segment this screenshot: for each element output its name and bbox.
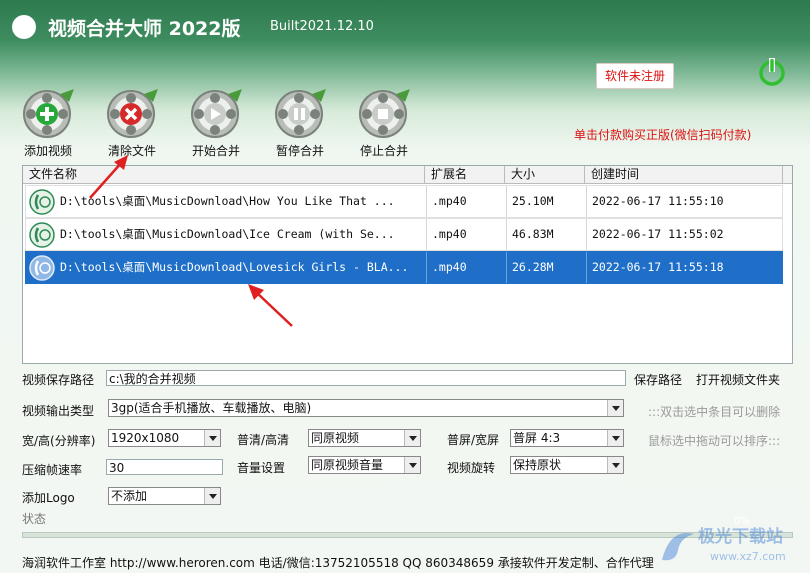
output-type-select[interactable]: 3gp(适合手机播放、车载播放、电脑) (108, 399, 624, 417)
output-type-label: 视频输出类型 (22, 404, 95, 418)
quality-label: 普清/高清 (237, 433, 290, 447)
app-title: 视频合并大师 2022版 (48, 18, 241, 40)
pause-merge-button[interactable]: 暂停合并 (265, 86, 335, 159)
watermark-logo: 极光下载站 www.xz7.com (662, 526, 786, 563)
power-icon[interactable] (756, 56, 788, 88)
save-path-input[interactable]: c:\我的合并视频 (106, 370, 626, 386)
file-name: D:\tools\桌面\MusicDownload\Ice Cream (wit… (60, 227, 395, 241)
video-file-icon (29, 189, 55, 215)
clear-file-button[interactable]: 清除文件 (97, 86, 167, 159)
aspect-select[interactable]: 普屏 4:3 (510, 429, 624, 447)
app-window: 视频合并大师 2022版 Built2021.12.10 软件未注册 添加视频 (0, 0, 810, 573)
file-created: 2022-06-17 11:55:02 (592, 227, 724, 241)
stop-merge-icon (359, 89, 410, 138)
volume-select[interactable]: 同原视频音量 (308, 456, 421, 474)
chevron-down-icon[interactable] (404, 457, 420, 473)
file-name: D:\tools\桌面\MusicDownload\Lovesick Girls… (60, 260, 409, 274)
pause-merge-label: 暂停合并 (275, 144, 324, 158)
resolution-value: 1920x1080 (111, 431, 180, 445)
open-folder-button[interactable]: 打开视频文件夹 (696, 371, 780, 388)
column-header-filename[interactable]: 文件名称 (23, 166, 425, 183)
file-list[interactable]: 文件名称 扩展名 大小 创建时间 D:\tools\桌面\MusicDownlo… (22, 165, 793, 364)
logo-value: 不添加 (111, 489, 148, 503)
start-merge-icon (191, 89, 242, 138)
chevron-down-icon[interactable] (607, 400, 623, 416)
file-size: 25.10M (512, 194, 554, 208)
hint-double-click: :::双击选中条目可以删除 (648, 405, 781, 419)
chevron-down-icon[interactable] (204, 488, 220, 504)
logo-select[interactable]: 不添加 (108, 487, 221, 505)
file-extension: .mp40 (432, 227, 467, 241)
title-bar: 视频合并大师 2022版 Built2021.12.10 (0, 0, 810, 56)
file-name: D:\tools\桌面\MusicDownload\How You Like T… (60, 194, 395, 208)
table-row[interactable]: D:\tools\桌面\MusicDownload\How You Like T… (25, 185, 783, 218)
framerate-input[interactable]: 30 (106, 459, 223, 475)
file-extension: .mp40 (432, 194, 467, 208)
video-file-icon (29, 222, 55, 248)
file-list-header: 文件名称 扩展名 大小 创建时间 (23, 166, 792, 184)
chevron-down-icon[interactable] (204, 430, 220, 446)
quality-select[interactable]: 同原视频 (308, 429, 421, 447)
status-label: 状态 (22, 512, 47, 526)
file-created: 2022-06-17 11:55:10 (592, 194, 724, 208)
file-size: 26.28M (512, 260, 554, 274)
resolution-select[interactable]: 1920x1080 (108, 429, 221, 447)
stop-merge-button[interactable]: 停止合并 (349, 86, 419, 159)
resolution-label: 宽/高(分辨率) (22, 434, 96, 448)
column-header-size[interactable]: 大小 (505, 166, 585, 183)
clear-file-icon (107, 89, 158, 138)
chevron-down-icon[interactable] (404, 430, 420, 446)
file-created: 2022-06-17 11:55:18 (592, 260, 724, 274)
logo-label: 添加Logo (22, 491, 75, 505)
rotate-select[interactable]: 保持原状 (510, 456, 624, 474)
add-video-label: 添加视频 (23, 144, 72, 158)
column-header-extension[interactable]: 扩展名 (425, 166, 505, 183)
file-extension: .mp40 (432, 260, 467, 274)
save-path-label: 视频保存路径 (22, 373, 95, 387)
build-version: Built2021.12.10 (270, 19, 374, 34)
video-file-icon (29, 255, 55, 281)
svg-text:极光下载站: 极光下载站 (698, 526, 783, 547)
output-type-value: 3gp(适合手机播放、车载播放、电脑) (111, 401, 312, 415)
file-size: 46.83M (512, 227, 554, 241)
aspect-value: 普屏 4:3 (513, 431, 561, 445)
quality-value: 同原视频 (311, 431, 360, 445)
footer-info: 海润软件工作室 http://www.heroren.com 电话/微信:137… (22, 556, 654, 570)
pause-merge-icon (275, 89, 326, 138)
aspect-label: 普屏/宽屏 (447, 433, 500, 447)
stop-merge-label: 停止合并 (359, 144, 408, 158)
start-merge-button[interactable]: 开始合并 (181, 86, 251, 159)
hint-drag-sort: 鼠标选中拖动可以排序::: (648, 434, 781, 448)
chevron-down-icon[interactable] (607, 430, 623, 446)
volume-value: 同原视频音量 (311, 458, 384, 472)
app-logo-icon (12, 15, 36, 39)
table-row-selected[interactable]: D:\tools\桌面\MusicDownload\Lovesick Girls… (25, 251, 783, 284)
clear-file-label: 清除文件 (107, 144, 156, 158)
buy-link[interactable]: 单击付款购买正版(微信扫码付款) (574, 126, 751, 143)
chevron-down-icon[interactable] (607, 457, 623, 473)
add-video-button[interactable]: 添加视频 (13, 86, 83, 159)
unregistered-button[interactable]: 软件未注册 (596, 63, 674, 89)
save-path-button[interactable]: 保存路径 (634, 371, 682, 388)
add-video-icon (23, 89, 74, 138)
rotate-value: 保持原状 (513, 458, 562, 472)
volume-label: 音量设置 (237, 461, 286, 475)
rotate-label: 视频旋转 (447, 461, 496, 475)
framerate-label: 压缩帧速率 (22, 463, 83, 477)
start-merge-label: 开始合并 (191, 144, 240, 158)
column-header-created[interactable]: 创建时间 (585, 166, 783, 183)
svg-text:www.xz7.com: www.xz7.com (710, 550, 786, 563)
table-row[interactable]: D:\tools\桌面\MusicDownload\Ice Cream (wit… (25, 218, 783, 251)
